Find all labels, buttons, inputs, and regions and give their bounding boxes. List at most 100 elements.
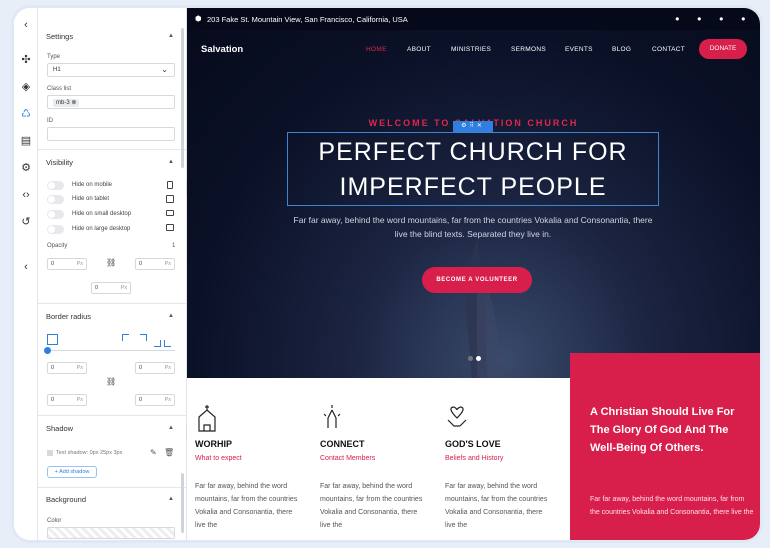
mobile-icon	[167, 181, 173, 189]
nav-ministries[interactable]: MINISTRIES	[451, 46, 491, 53]
nav-about[interactable]: ABOUT	[407, 46, 431, 53]
mission-heading: A Christian Should Live For The Glory Of…	[590, 406, 735, 454]
donate-button[interactable]: DONATE	[699, 39, 747, 59]
radius-top-left-icon[interactable]	[122, 334, 129, 341]
editor-window: ‹ ✣ ◈ ♺ ▤ ⚙ ‹› ↺ ‹ Settings ▲ Type H1 ⌄ C…	[14, 8, 760, 540]
edit-icon[interactable]: ✎	[150, 448, 157, 457]
top-bar: ⬢ 203 Fake St. Mountain View, San Franci…	[187, 8, 760, 30]
mission-box: A Christian Should Live For The Glory Of…	[570, 353, 760, 540]
radius-tr-input[interactable]: 0 Px	[135, 362, 175, 374]
hero-title[interactable]: PERFECT CHURCH FOR IMPERFECT PEOPLE	[287, 132, 659, 206]
volunteer-button[interactable]: BECOME A VOLUNTEER	[422, 267, 532, 293]
shadow-title: Shadow	[46, 424, 74, 433]
toggle-large-desktop[interactable]	[47, 225, 64, 234]
move-icon[interactable]: ⠿	[469, 123, 476, 129]
website-preview: ⬢ 203 Fake St. Mountain View, San Franci…	[187, 8, 760, 540]
radius-bottom-left-icon[interactable]	[164, 340, 171, 347]
tablet-icon	[166, 195, 174, 203]
nav-home[interactable]: HOME	[366, 46, 387, 53]
instagram-icon[interactable]: ●	[719, 14, 724, 23]
spacing-left-input[interactable]: 0 Px	[47, 258, 87, 270]
back-icon[interactable]: ‹	[19, 260, 33, 274]
chevron-up-icon[interactable]: ▲	[168, 159, 174, 165]
scrollbar-top[interactable]	[181, 28, 184, 168]
settings-title: Settings	[46, 32, 74, 41]
code-icon[interactable]: ‹›	[19, 188, 33, 202]
card-link[interactable]: Contact Members	[320, 455, 375, 462]
unit-label: Px	[120, 285, 127, 291]
type-select[interactable]: H1 ⌄	[47, 63, 175, 77]
settings-panel: Settings ▲ Type H1 ⌄ Class list mb-3 ⊗ ID…	[38, 8, 187, 540]
card-title: CONNECT	[320, 439, 365, 449]
card-link[interactable]: What to expect	[195, 455, 242, 462]
facebook-icon[interactable]: ●	[675, 14, 680, 23]
unit-label: Px	[164, 261, 171, 267]
spacing-bottom-input[interactable]: 0 Px	[91, 282, 131, 294]
toggle-small-desktop[interactable]	[47, 210, 64, 219]
radius-all-icon[interactable]	[47, 334, 58, 345]
card-title: GOD'S LOVE	[445, 439, 501, 449]
drag-handle-icon[interactable]	[47, 450, 53, 456]
radius-tl-input[interactable]: 0 Px	[47, 362, 87, 374]
radius-bl-input[interactable]: 0 Px	[47, 394, 87, 406]
remove-chip-icon[interactable]: ⊗	[71, 100, 76, 106]
scrollbar-thumb[interactable]	[181, 473, 184, 533]
id-label: ID	[47, 118, 53, 124]
toggle-tablet[interactable]	[47, 195, 64, 204]
chevron-up-icon[interactable]: ▲	[168, 33, 174, 39]
unit-label: Px	[76, 397, 83, 403]
icon-rail: ‹ ✣ ◈ ♺ ▤ ⚙ ‹› ↺ ‹	[14, 8, 38, 540]
divider	[38, 487, 187, 488]
layers-icon[interactable]: ◈	[19, 80, 33, 94]
spacing-left-value: 0	[51, 261, 55, 267]
twitter-icon[interactable]: ●	[697, 14, 702, 23]
desktop-icon	[166, 224, 174, 231]
radius-top-right-icon[interactable]	[140, 334, 147, 341]
element-toolbar[interactable]: ⚙⠿✕	[453, 121, 493, 132]
class-input[interactable]: mb-3 ⊗	[47, 95, 175, 109]
id-input[interactable]	[47, 127, 175, 141]
style-icon[interactable]: ♺	[19, 107, 33, 121]
slide-dot-active[interactable]	[476, 356, 481, 361]
laptop-icon	[166, 210, 174, 216]
chevron-up-icon[interactable]: ▲	[168, 425, 174, 431]
chevron-up-icon[interactable]: ▲	[168, 496, 174, 502]
hide-small-label: Hide on small desktop	[72, 211, 132, 217]
card-text: Far far away, behind the word mountains,…	[195, 483, 298, 529]
nav-events[interactable]: EVENTS	[565, 46, 593, 53]
link-icon[interactable]: ⛓	[106, 258, 116, 267]
history-icon[interactable]: ↺	[19, 215, 33, 229]
puzzle-icon[interactable]: ✣	[19, 53, 33, 67]
brand-logo[interactable]: Salvation	[201, 44, 243, 55]
mission-text: Far far away, behind the word mountains,…	[590, 496, 754, 516]
color-picker[interactable]	[47, 527, 175, 539]
shadow-item[interactable]: Text shadow: 0px 25px 3px	[56, 450, 122, 456]
slider-handle[interactable]	[44, 347, 51, 354]
nav-contact[interactable]: CONTACT	[652, 46, 685, 53]
radius-tl-value: 0	[51, 365, 55, 371]
color-label: Color	[47, 518, 62, 524]
link-icon[interactable]: ⛓	[106, 377, 116, 386]
add-shadow-button[interactable]: + Add shadow	[47, 466, 97, 478]
gear-icon[interactable]: ⚙	[19, 161, 33, 175]
card-link[interactable]: Beliefs and History	[445, 455, 503, 462]
nav-sermons[interactable]: SERMONS	[511, 46, 546, 53]
radius-bottom-right-icon[interactable]	[154, 340, 161, 347]
collapse-left-icon[interactable]: ‹	[19, 18, 33, 32]
class-chip[interactable]: mb-3 ⊗	[53, 99, 80, 107]
page-icon[interactable]: ▤	[19, 134, 33, 148]
nav-blog[interactable]: BLOG	[612, 46, 631, 53]
card-title: WORHIP	[195, 439, 232, 449]
radius-tr-value: 0	[139, 365, 143, 371]
radius-slider[interactable]	[47, 350, 175, 351]
spacing-right-input[interactable]: 0 Px	[135, 258, 175, 270]
heart-hands-icon	[447, 406, 467, 427]
toggle-mobile[interactable]	[47, 181, 64, 190]
dribbble-icon[interactable]: ●	[741, 14, 746, 23]
chevron-up-icon[interactable]: ▲	[168, 313, 174, 319]
opacity-label: Opacity	[47, 243, 68, 249]
radius-br-input[interactable]: 0 Px	[135, 394, 175, 406]
slide-dot[interactable]	[468, 356, 473, 361]
close-icon[interactable]: ✕	[477, 123, 485, 129]
trash-icon[interactable]: 🗑	[164, 448, 174, 457]
